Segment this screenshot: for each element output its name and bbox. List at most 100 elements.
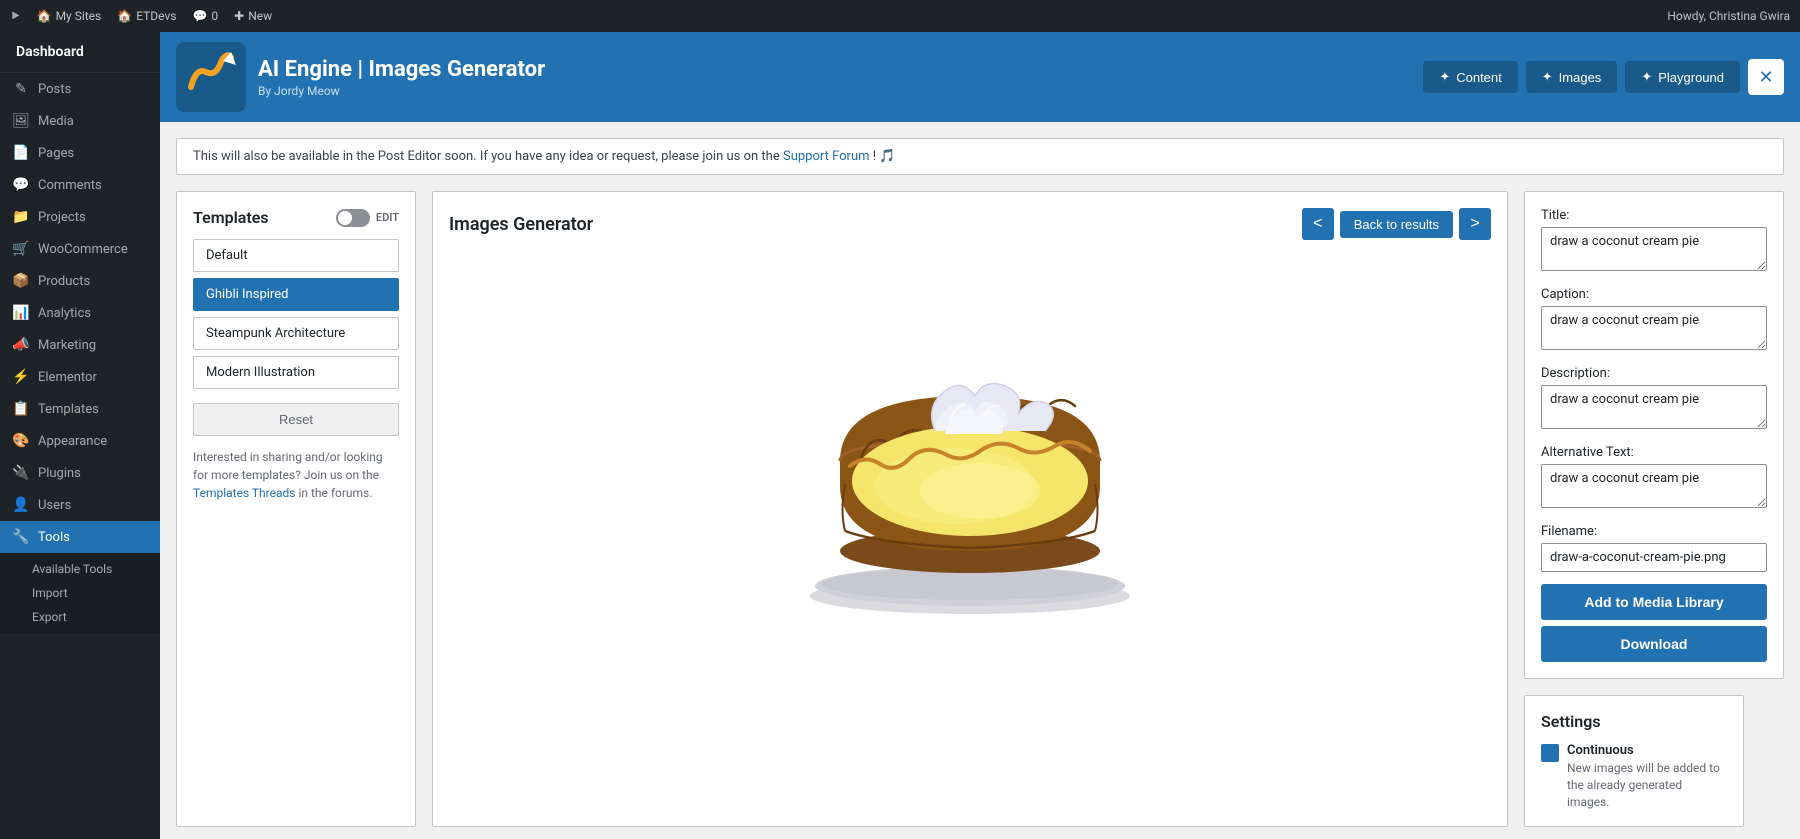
template-item-default[interactable]: Default	[193, 239, 399, 272]
plugin-header: AI Engine | Images Generator By Jordy Me…	[160, 32, 1800, 122]
settings-panel: Settings Continuous New images will be a…	[1524, 695, 1744, 827]
main-container: Dashboard ✎ Posts 🖼 Media 📄 Pages 💬 Comm…	[0, 32, 1800, 839]
sidebar-item-appearance[interactable]: 🎨 Appearance	[0, 425, 160, 457]
templates-threads-link[interactable]: Templates Threads	[193, 486, 295, 500]
posts-icon: ✎	[12, 81, 30, 97]
close-icon: ✕	[1758, 67, 1773, 88]
filename-input[interactable]	[1541, 543, 1767, 572]
sun-icon-2: ✦	[1542, 69, 1553, 85]
templates-panel-header: Templates EDIT	[193, 208, 399, 227]
plugins-icon: 🔌	[12, 465, 30, 481]
nav-next-btn[interactable]: >	[1459, 208, 1491, 240]
sidebar-tools-submenu: Available Tools Import Export	[0, 553, 160, 633]
generator-header: Images Generator < Back to results >	[449, 208, 1491, 240]
adminbar-sitename[interactable]: 🏠 ETDevs	[117, 9, 176, 23]
plugin-title: AI Engine | Images Generator	[258, 57, 545, 82]
nav-prev-btn[interactable]: <	[1302, 208, 1334, 240]
reset-button[interactable]: Reset	[193, 403, 399, 436]
info-bar: This will also be available in the Post …	[176, 138, 1784, 175]
alt-text-textarea[interactable]	[1541, 464, 1767, 508]
sidebar-item-templates[interactable]: 📋 Templates	[0, 393, 160, 425]
comments-icon: 💬	[12, 177, 30, 193]
sidebar-brand[interactable]: Dashboard	[0, 32, 160, 73]
title-textarea[interactable]	[1541, 227, 1767, 271]
template-item-modern[interactable]: Modern Illustration	[193, 356, 399, 389]
sidebar-item-comments[interactable]: 💬 Comments	[0, 169, 160, 201]
header-close-btn[interactable]: ✕	[1748, 59, 1784, 95]
plugin-logo-svg	[181, 47, 241, 107]
page-content: This will also be available in the Post …	[160, 122, 1800, 839]
download-btn[interactable]: Download	[1541, 626, 1767, 662]
caption-label: Caption:	[1541, 287, 1767, 302]
adminbar-new[interactable]: ✚ New	[234, 9, 272, 23]
woocommerce-icon: 🛒	[12, 241, 30, 257]
plugin-author: By Jordy Meow	[258, 84, 545, 98]
header-nav-playground-btn[interactable]: ✦ Playground	[1625, 61, 1740, 93]
site-icon: 🏠	[117, 9, 132, 23]
wp-logo-icon[interactable]: ‣	[10, 6, 21, 27]
content-area: AI Engine | Images Generator By Jordy Me…	[160, 32, 1800, 839]
generated-image-container	[449, 256, 1491, 656]
plugin-title-area: AI Engine | Images Generator By Jordy Me…	[258, 57, 545, 98]
sidebar-item-tools[interactable]: 🔧 Tools	[0, 521, 160, 553]
tools-icon: 🔧	[12, 529, 30, 545]
sidebar-sub-export[interactable]: Export	[0, 605, 160, 629]
filename-label: Filename:	[1541, 524, 1767, 539]
description-label: Description:	[1541, 366, 1767, 381]
description-textarea[interactable]	[1541, 385, 1767, 429]
continuous-option: Continuous New images will be added to t…	[1541, 743, 1727, 810]
sidebar-item-analytics[interactable]: 📊 Analytics	[0, 297, 160, 329]
sidebar-item-pages[interactable]: 📄 Pages	[0, 137, 160, 169]
add-to-media-library-btn[interactable]: Add to Media Library	[1541, 584, 1767, 620]
sidebar-item-elementor[interactable]: ⚡ Elementor	[0, 361, 160, 393]
filename-field-group: Filename:	[1541, 524, 1767, 572]
sidebar-item-projects[interactable]: 📁 Projects	[0, 201, 160, 233]
continuous-option-content: Continuous New images will be added to t…	[1567, 743, 1727, 810]
toggle-edit-label: EDIT	[376, 211, 399, 224]
title-field-group: Title:	[1541, 208, 1767, 275]
adminbar-comments[interactable]: 💬 0	[192, 9, 218, 23]
sidebar-item-woocommerce[interactable]: 🛒 WooCommerce	[0, 233, 160, 265]
sidebar-item-media[interactable]: 🖼 Media	[0, 105, 160, 137]
adminbar-mysites[interactable]: 🏠 My Sites	[37, 9, 102, 23]
pages-icon: 📄	[12, 145, 30, 161]
header-nav-images-btn[interactable]: ✦ Images	[1526, 61, 1618, 93]
plugin-logo	[176, 42, 246, 112]
right-panels: Title: Caption: Description: Altern	[1524, 191, 1784, 827]
sidebar-item-products[interactable]: 📦 Products	[0, 265, 160, 297]
support-forum-link[interactable]: Support Forum	[783, 149, 870, 164]
appearance-icon: 🎨	[12, 433, 30, 449]
marketing-icon: 📣	[12, 337, 30, 353]
templates-note: Interested in sharing and/or looking for…	[193, 448, 399, 502]
header-nav: ✦ Content ✦ Images ✦ Playground ✕	[1423, 59, 1784, 95]
template-item-ghibli[interactable]: Ghibli Inspired	[193, 278, 399, 311]
caption-textarea[interactable]	[1541, 306, 1767, 350]
edit-toggle[interactable]: EDIT	[336, 209, 399, 227]
caption-field-group: Caption:	[1541, 287, 1767, 354]
products-icon: 📦	[12, 273, 30, 289]
toggle-switch[interactable]	[336, 209, 370, 227]
sun-icon: ✦	[1439, 69, 1450, 85]
media-icon: 🖼	[12, 113, 30, 129]
sidebar-sub-import[interactable]: Import	[0, 581, 160, 605]
sidebar-item-posts[interactable]: ✎ Posts	[0, 73, 160, 105]
admin-bar: ‣ 🏠 My Sites 🏠 ETDevs 💬 0 ✚ New Howdy, C…	[0, 0, 1800, 32]
comments-icon: 💬	[192, 9, 207, 23]
continuous-checkbox[interactable]	[1541, 744, 1559, 762]
continuous-label: Continuous	[1567, 743, 1727, 758]
templates-panel: Templates EDIT Default Ghibli Inspired S…	[176, 191, 416, 827]
nav-buttons: < Back to results >	[1302, 208, 1491, 240]
sidebar-item-users[interactable]: 👤 Users	[0, 489, 160, 521]
alt-text-label: Alternative Text:	[1541, 445, 1767, 460]
sidebar-item-marketing[interactable]: 📣 Marketing	[0, 329, 160, 361]
fields-panel: Title: Caption: Description: Altern	[1524, 191, 1784, 679]
elementor-icon: ⚡	[12, 369, 30, 385]
back-results-btn[interactable]: Back to results	[1340, 211, 1453, 238]
template-item-steampunk[interactable]: Steampunk Architecture	[193, 317, 399, 350]
header-nav-content-btn[interactable]: ✦ Content	[1423, 61, 1517, 93]
sidebar-item-plugins[interactable]: 🔌 Plugins	[0, 457, 160, 489]
generator-panel: Images Generator < Back to results >	[432, 191, 1508, 827]
plus-icon: ✚	[234, 9, 244, 23]
users-icon: 👤	[12, 497, 30, 513]
sidebar-sub-available-tools[interactable]: Available Tools	[0, 557, 160, 581]
